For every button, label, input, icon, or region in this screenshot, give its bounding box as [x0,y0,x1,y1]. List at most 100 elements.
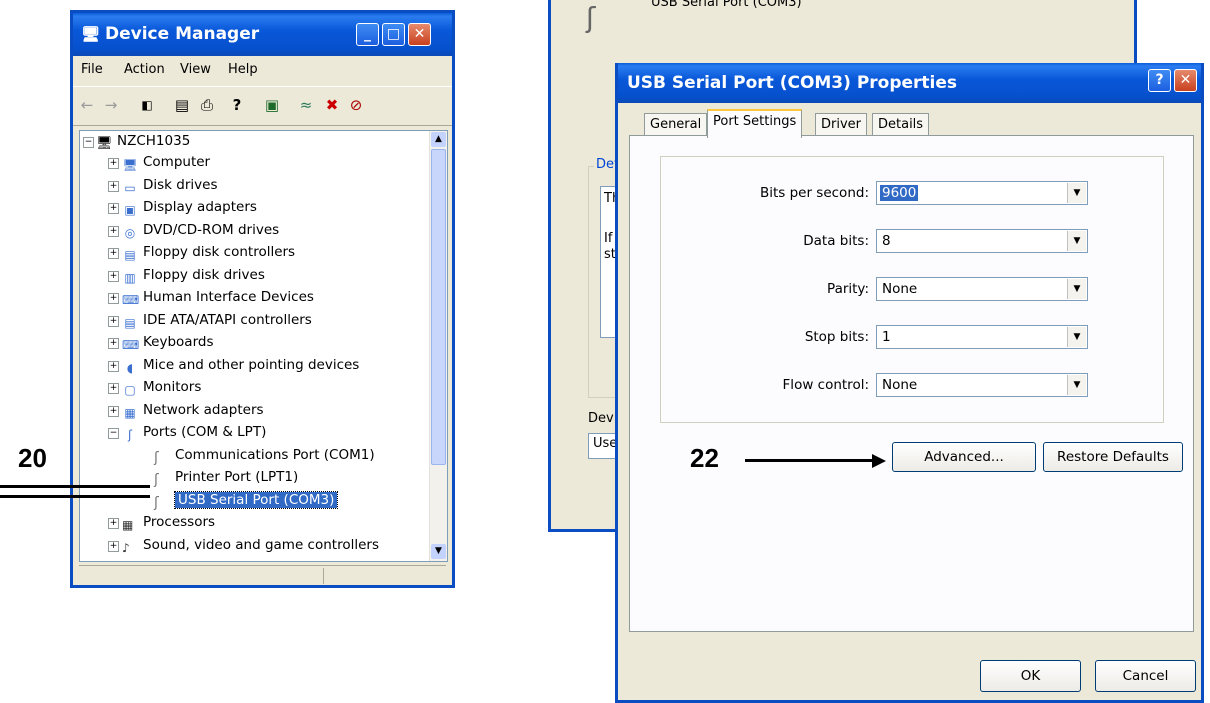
tree-category[interactable]: ▤ Floppy disk controllers [122,242,295,262]
cdrom-icon: ◎ [124,225,136,240]
tree-category[interactable]: ⌨ Human Interface Devices [122,287,314,307]
bits-per-second-select[interactable]: 9600 ▼ [876,181,1088,205]
chevron-down-icon[interactable]: ▼ [1067,279,1086,299]
tree-category[interactable]: ▭ Disk drives [122,175,217,195]
restore-defaults-button[interactable]: Restore Defaults [1043,442,1183,472]
stop-bits-select[interactable]: 1 ▼ [876,325,1088,349]
vertical-scrollbar[interactable]: ▲ ▼ [429,131,447,561]
properties-titlebar[interactable]: USB Serial Port (COM3) Properties ? ✕ [618,63,1201,103]
expand-icon[interactable]: + [108,248,119,259]
data-bits-select[interactable]: 8 ▼ [876,229,1088,253]
scroll-up-button[interactable]: ▲ [431,132,446,147]
tree-item[interactable]: ʃ Communications Port (COM1) [154,445,375,466]
tree-category[interactable]: ▣ Display adapters [122,197,257,217]
scroll-down-button[interactable]: ▼ [431,544,446,559]
cancel-button[interactable]: Cancel [1095,660,1196,692]
port-connector-icon: ʃ [154,494,159,511]
chevron-down-icon[interactable]: ▼ [1067,327,1086,347]
device-manager-titlebar[interactable]: 🖥 Device Manager _ □ ✕ [73,13,452,56]
chevron-down-icon[interactable]: ▼ [1067,183,1086,203]
expand-icon[interactable]: + [108,405,119,417]
properties-dialog: USB Serial Port (COM3) Properties ? ✕ Ge… [615,63,1204,703]
uninstall-icon[interactable]: ✖ [323,96,341,114]
expand-icon[interactable]: + [108,203,119,214]
chevron-down-icon[interactable]: ▼ [1067,375,1086,395]
tree-item-usb-serial-port[interactable]: ʃ USB Serial Port (COM3) [154,490,339,511]
tree-category[interactable]: ▥ Floppy disk drives [122,265,265,285]
floppy-controller-icon: ▤ [124,248,136,262]
help-icon[interactable]: ? [228,96,246,114]
parity-select[interactable]: None ▼ [876,277,1088,301]
tree-category-label: Sound, video and game controllers [143,536,379,553]
callout-22-arrow-line [745,459,875,462]
collapse-icon[interactable]: − [108,428,119,439]
flow-control-select[interactable]: None ▼ [876,373,1088,397]
tree-category[interactable]: ▦ Network adapters [122,400,264,420]
print-icon[interactable]: ⎙ [198,96,216,114]
tree-category-label: Keyboards [143,334,214,350]
keyboard-icon: ⌨ [122,338,140,352]
expand-icon[interactable]: + [108,315,119,327]
tree-category-label: Network adapters [143,401,264,418]
expand-icon[interactable]: + [108,225,119,237]
tree-category[interactable]: ▤ IDE ATA/ATAPI controllers [122,310,312,330]
chevron-down-icon[interactable]: ▼ [1067,231,1086,251]
scan-hardware-icon[interactable]: ▣ [263,96,281,114]
help-button[interactable]: ? [1148,69,1171,92]
port-settings-panel: Bits per second: 9600 ▼ Data bits: 8 ▼ Parity:… [629,135,1194,632]
properties-icon[interactable]: ▤ [173,96,191,114]
scroll-thumb[interactable] [431,149,446,465]
tree-category-label: Human Interface Devices [143,289,314,305]
tree-category[interactable]: ▦ Processors [122,512,215,532]
ok-button[interactable]: OK [980,660,1081,692]
device-manager-window: 🖥 Device Manager _ □ ✕ File Action View … [70,10,455,588]
tree-item-label: Communications Port (COM1) [175,446,375,463]
tree-category[interactable]: ▢ Monitors [122,377,201,397]
tab-general[interactable]: General [644,113,708,136]
expand-icon[interactable]: + [108,540,119,552]
port-connector-icon: ʃ [154,449,159,466]
tree-category[interactable]: ♪ Sound, video and game controllers [122,535,379,555]
tree-category[interactable]: ◎ DVD/CD-ROM drives [122,220,279,240]
expand-icon[interactable]: + [108,518,119,529]
expand-icon[interactable]: + [108,293,119,304]
expand-icon[interactable]: + [108,360,119,372]
minimize-button[interactable]: _ [356,23,379,46]
computer-icon: 🖥 [96,136,113,151]
expand-icon[interactable]: + [108,158,119,169]
stop-bits-label: Stop bits: [804,329,869,345]
tree-category[interactable]: ʃ Ports (COM & LPT) [122,422,266,442]
update-driver-icon[interactable]: ≈ [297,96,315,114]
tree-category[interactable]: 🖥 Computer [122,152,210,172]
tree-category[interactable]: ◖ Mice and other pointing devices [122,355,360,375]
collapse-icon[interactable]: − [83,137,94,148]
menu-file[interactable]: File [81,62,103,77]
disable-icon[interactable]: ⊘ [347,96,365,114]
advanced-button[interactable]: Advanced... [892,442,1036,472]
close-button[interactable]: ✕ [408,23,431,46]
tab-port-settings[interactable]: Port Settings [707,109,803,138]
back-arrow-icon[interactable]: ← [78,96,96,114]
expand-icon[interactable]: + [108,338,119,349]
tab-details[interactable]: Details [872,113,930,136]
menu-help[interactable]: Help [228,62,258,77]
bits-per-second-label: Bits per second: [759,185,869,201]
data-bits-label: Data bits: [803,233,869,249]
monitor-icon: ▢ [124,383,136,397]
maximize-button[interactable]: □ [382,23,405,46]
expand-icon[interactable]: + [108,383,119,394]
menu-view[interactable]: View [180,62,211,77]
processor-icon: ▦ [122,518,134,532]
show-hide-tree-icon[interactable]: ◧ [138,96,156,114]
expand-icon[interactable]: + [108,180,119,192]
port-icon: ʃ [127,428,133,442]
tree-item[interactable]: ʃ Printer Port (LPT1) [154,467,298,488]
close-button[interactable]: ✕ [1174,69,1197,92]
tab-driver[interactable]: Driver [815,113,868,136]
forward-arrow-icon[interactable]: → [102,96,120,114]
bg-device-usage-value: Use [593,436,618,451]
tree-root[interactable]: 🖥 NZCH1035 [96,131,190,151]
expand-icon[interactable]: + [108,270,119,282]
menu-action[interactable]: Action [124,62,165,77]
tree-category[interactable]: ⌨ Keyboards [122,332,214,352]
